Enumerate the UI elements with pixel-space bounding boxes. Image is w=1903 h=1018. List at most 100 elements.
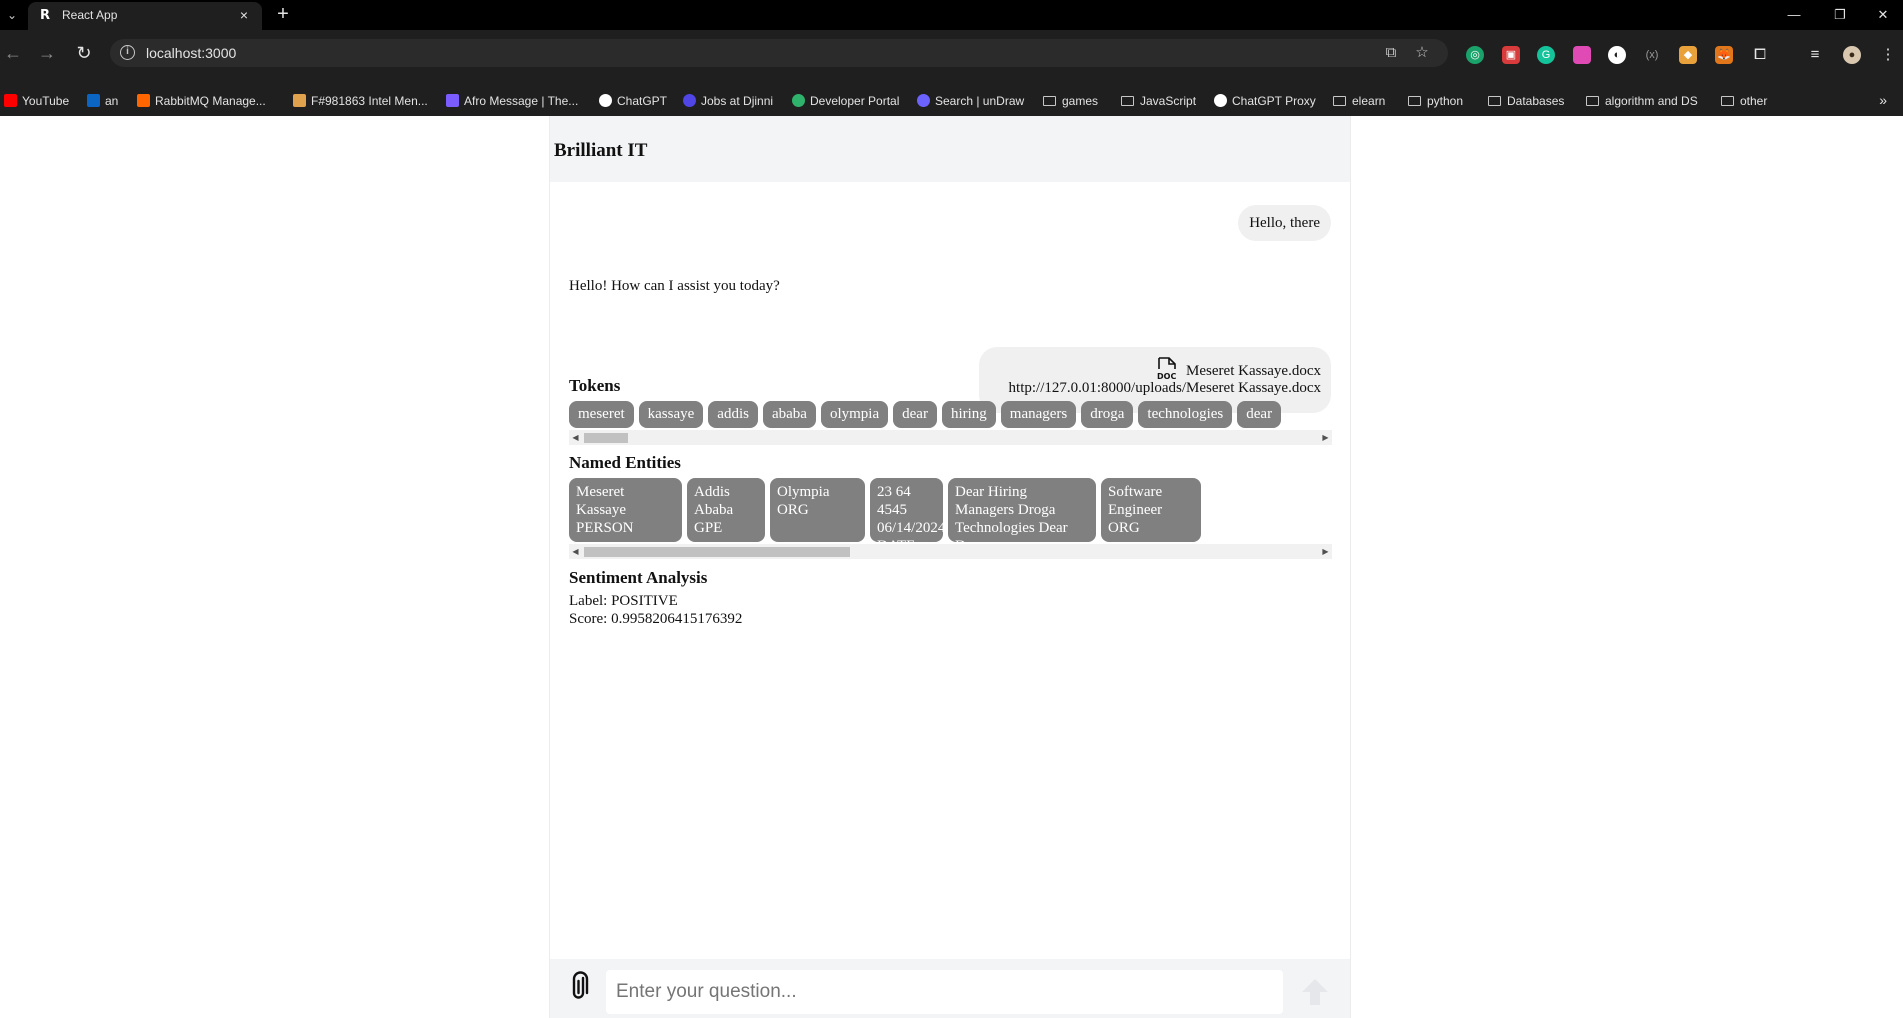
- token-chip: meseret: [569, 401, 634, 428]
- chatgpt-proxy-icon: [1214, 94, 1227, 107]
- scroll-right-arrow-icon[interactable]: ▶: [1321, 432, 1330, 443]
- bookmark-folder-javascript[interactable]: JavaScript: [1121, 93, 1196, 109]
- bookmark-folder-elearn[interactable]: elearn: [1333, 93, 1385, 109]
- app-title: Brilliant IT: [554, 140, 648, 161]
- profile-avatar-icon[interactable]: ●: [1843, 46, 1861, 64]
- token-chip: addis: [708, 401, 758, 428]
- bookmark-intel[interactable]: F#981863 Intel Men...: [293, 93, 428, 109]
- new-tab-button[interactable]: +: [272, 4, 294, 26]
- browser-tab-bar: ⌄ R React App × + — ❐ ✕: [0, 0, 1903, 30]
- bookmark-afromessage[interactable]: Afro Message | The...: [446, 93, 578, 109]
- extension-pink-icon[interactable]: [1573, 46, 1591, 64]
- bookmark-star-icon[interactable]: ☆: [1413, 44, 1431, 62]
- bookmark-youtube[interactable]: YouTube: [4, 93, 69, 109]
- bookmark-linkedin[interactable]: an: [87, 93, 118, 109]
- bookmark-folder-algorithm[interactable]: algorithm and DS: [1586, 93, 1698, 109]
- attach-file-icon[interactable]: [566, 971, 594, 1003]
- browser-tab[interactable]: R React App ×: [28, 2, 262, 30]
- user-message-bubble: Hello, there: [1238, 205, 1331, 241]
- extension-red-icon[interactable]: ▣: [1502, 46, 1520, 64]
- entities-list: Meseret Kassaye PERSONAddis Ababa GPEOly…: [569, 478, 1206, 542]
- youtube-icon: [4, 94, 17, 107]
- react-app-favicon-icon: R: [40, 8, 51, 23]
- site-info-icon[interactable]: i: [120, 45, 135, 60]
- token-chip: managers: [1000, 401, 1077, 428]
- token-chip: ababa: [762, 401, 816, 428]
- bookmarks-overflow-icon[interactable]: »: [1879, 92, 1887, 108]
- generic-site-icon: [293, 94, 306, 107]
- chatgpt-icon: [599, 94, 612, 107]
- extension-white-circle-icon[interactable]: ◐: [1608, 46, 1626, 64]
- token-chip: droga: [1081, 401, 1134, 428]
- token-chip: hiring: [941, 401, 996, 428]
- tokens-heading: Tokens: [569, 376, 621, 395]
- bookmark-djinni[interactable]: Jobs at Djinni: [683, 93, 773, 109]
- browser-toolbar: ← → ↻ i localhost:3000 ⧉ ☆ ◎ ▣ G ◐ (x) ◆…: [0, 30, 1903, 86]
- folder-icon: [1333, 96, 1346, 106]
- folder-icon: [1721, 96, 1734, 106]
- token-chip: kassaye: [638, 401, 704, 428]
- restore-window-icon[interactable]: ❐: [1830, 6, 1850, 24]
- metamask-icon[interactable]: 🦊: [1715, 46, 1733, 64]
- bookmarks-bar: YouTube an RabbitMQ Manage... F#981863 I…: [0, 86, 1903, 116]
- tokens-scrollbar-thumb[interactable]: [584, 433, 628, 443]
- entities-scrollbar-thumb[interactable]: [584, 547, 850, 557]
- entity-chip: Addis Ababa GPE: [687, 478, 765, 542]
- bookmark-undraw[interactable]: Search | unDraw: [917, 93, 1024, 109]
- grammarly-icon[interactable]: G: [1537, 46, 1555, 64]
- back-icon[interactable]: ←: [1, 41, 25, 65]
- folder-icon: [1488, 96, 1501, 106]
- entity-chip: 23 64 4545 06/14/2024 DATE: [870, 478, 945, 542]
- scroll-left-arrow-icon[interactable]: ◀: [571, 432, 580, 443]
- app-header: Brilliant IT: [550, 116, 1350, 182]
- question-input-bar: [550, 959, 1350, 1018]
- bookmark-rabbitmq[interactable]: RabbitMQ Manage...: [137, 93, 266, 109]
- tab-title: React App: [62, 8, 118, 22]
- tab-close-icon[interactable]: ×: [236, 7, 252, 23]
- url-text[interactable]: localhost:3000: [146, 45, 236, 61]
- token-chip: dear: [1237, 401, 1282, 428]
- address-bar[interactable]: i localhost:3000 ⧉ ☆: [110, 39, 1448, 67]
- tokens-list: meseret kassaye addis ababa olympia dear hirin…: [569, 401, 1286, 428]
- sentiment-heading: Sentiment Analysis: [569, 568, 708, 587]
- browser-menu-icon[interactable]: ⋮: [1879, 46, 1897, 64]
- bookmark-folder-python[interactable]: python: [1408, 93, 1463, 109]
- sentiment-label: Label: POSITIVE: [569, 593, 678, 609]
- scroll-left-arrow-icon[interactable]: ◀: [571, 546, 580, 557]
- entity-chip: Software Engineer ORG: [1101, 478, 1201, 542]
- reload-icon[interactable]: ↻: [72, 41, 96, 65]
- entity-chip: Dear Hiring Managers Droga Technologies …: [948, 478, 1096, 542]
- djinni-icon: [683, 94, 696, 107]
- tab-search-chevron-icon[interactable]: ⌄: [2, 5, 22, 25]
- bookmark-developer-portal[interactable]: Developer Portal: [792, 93, 899, 109]
- tokens-horizontal-scrollbar[interactable]: ◀ ▶: [569, 430, 1332, 445]
- send-arrow-icon[interactable]: [1296, 973, 1334, 1011]
- question-input[interactable]: [606, 970, 1283, 1014]
- file-url[interactable]: http://127.0.01:8000/uploads/Meseret Kas…: [1009, 380, 1321, 397]
- extension-green-circle-icon[interactable]: ◎: [1466, 46, 1484, 64]
- extensions-puzzle-icon[interactable]: ⧠: [1751, 46, 1769, 64]
- rabbitmq-icon: [137, 94, 150, 107]
- bookmark-folder-other[interactable]: other: [1721, 93, 1767, 109]
- linkedin-icon: [87, 94, 100, 107]
- minimize-window-icon[interactable]: —: [1784, 6, 1804, 24]
- entities-scroller[interactable]: Meseret Kassaye PERSONAddis Ababa GPEOly…: [569, 478, 1332, 542]
- tokens-scroller[interactable]: meseret kassaye addis ababa olympia dear hirin…: [569, 401, 1332, 428]
- entity-chip: Meseret Kassaye PERSON: [569, 478, 682, 542]
- bookmark-chatgpt[interactable]: ChatGPT: [599, 93, 667, 109]
- doc-file-icon: DOC: [1157, 357, 1176, 381]
- forward-icon[interactable]: →: [35, 41, 59, 65]
- bookmark-folder-databases[interactable]: Databases: [1488, 93, 1564, 109]
- extension-brackets-icon[interactable]: (x): [1643, 46, 1661, 64]
- bookmark-folder-games[interactable]: games: [1043, 93, 1098, 109]
- afromessage-icon: [446, 94, 459, 107]
- close-window-icon[interactable]: ✕: [1873, 6, 1893, 24]
- install-app-icon[interactable]: ⧉: [1382, 44, 1400, 62]
- entities-horizontal-scrollbar[interactable]: ◀ ▶: [569, 544, 1332, 559]
- token-chip: olympia: [820, 401, 889, 428]
- scroll-right-arrow-icon[interactable]: ▶: [1321, 546, 1330, 557]
- media-control-icon[interactable]: ≡: [1806, 46, 1824, 64]
- folder-icon: [1586, 96, 1599, 106]
- extension-colorful-icon[interactable]: ◆: [1679, 46, 1697, 64]
- bookmark-chatgpt-proxy[interactable]: ChatGPT Proxy: [1214, 93, 1316, 109]
